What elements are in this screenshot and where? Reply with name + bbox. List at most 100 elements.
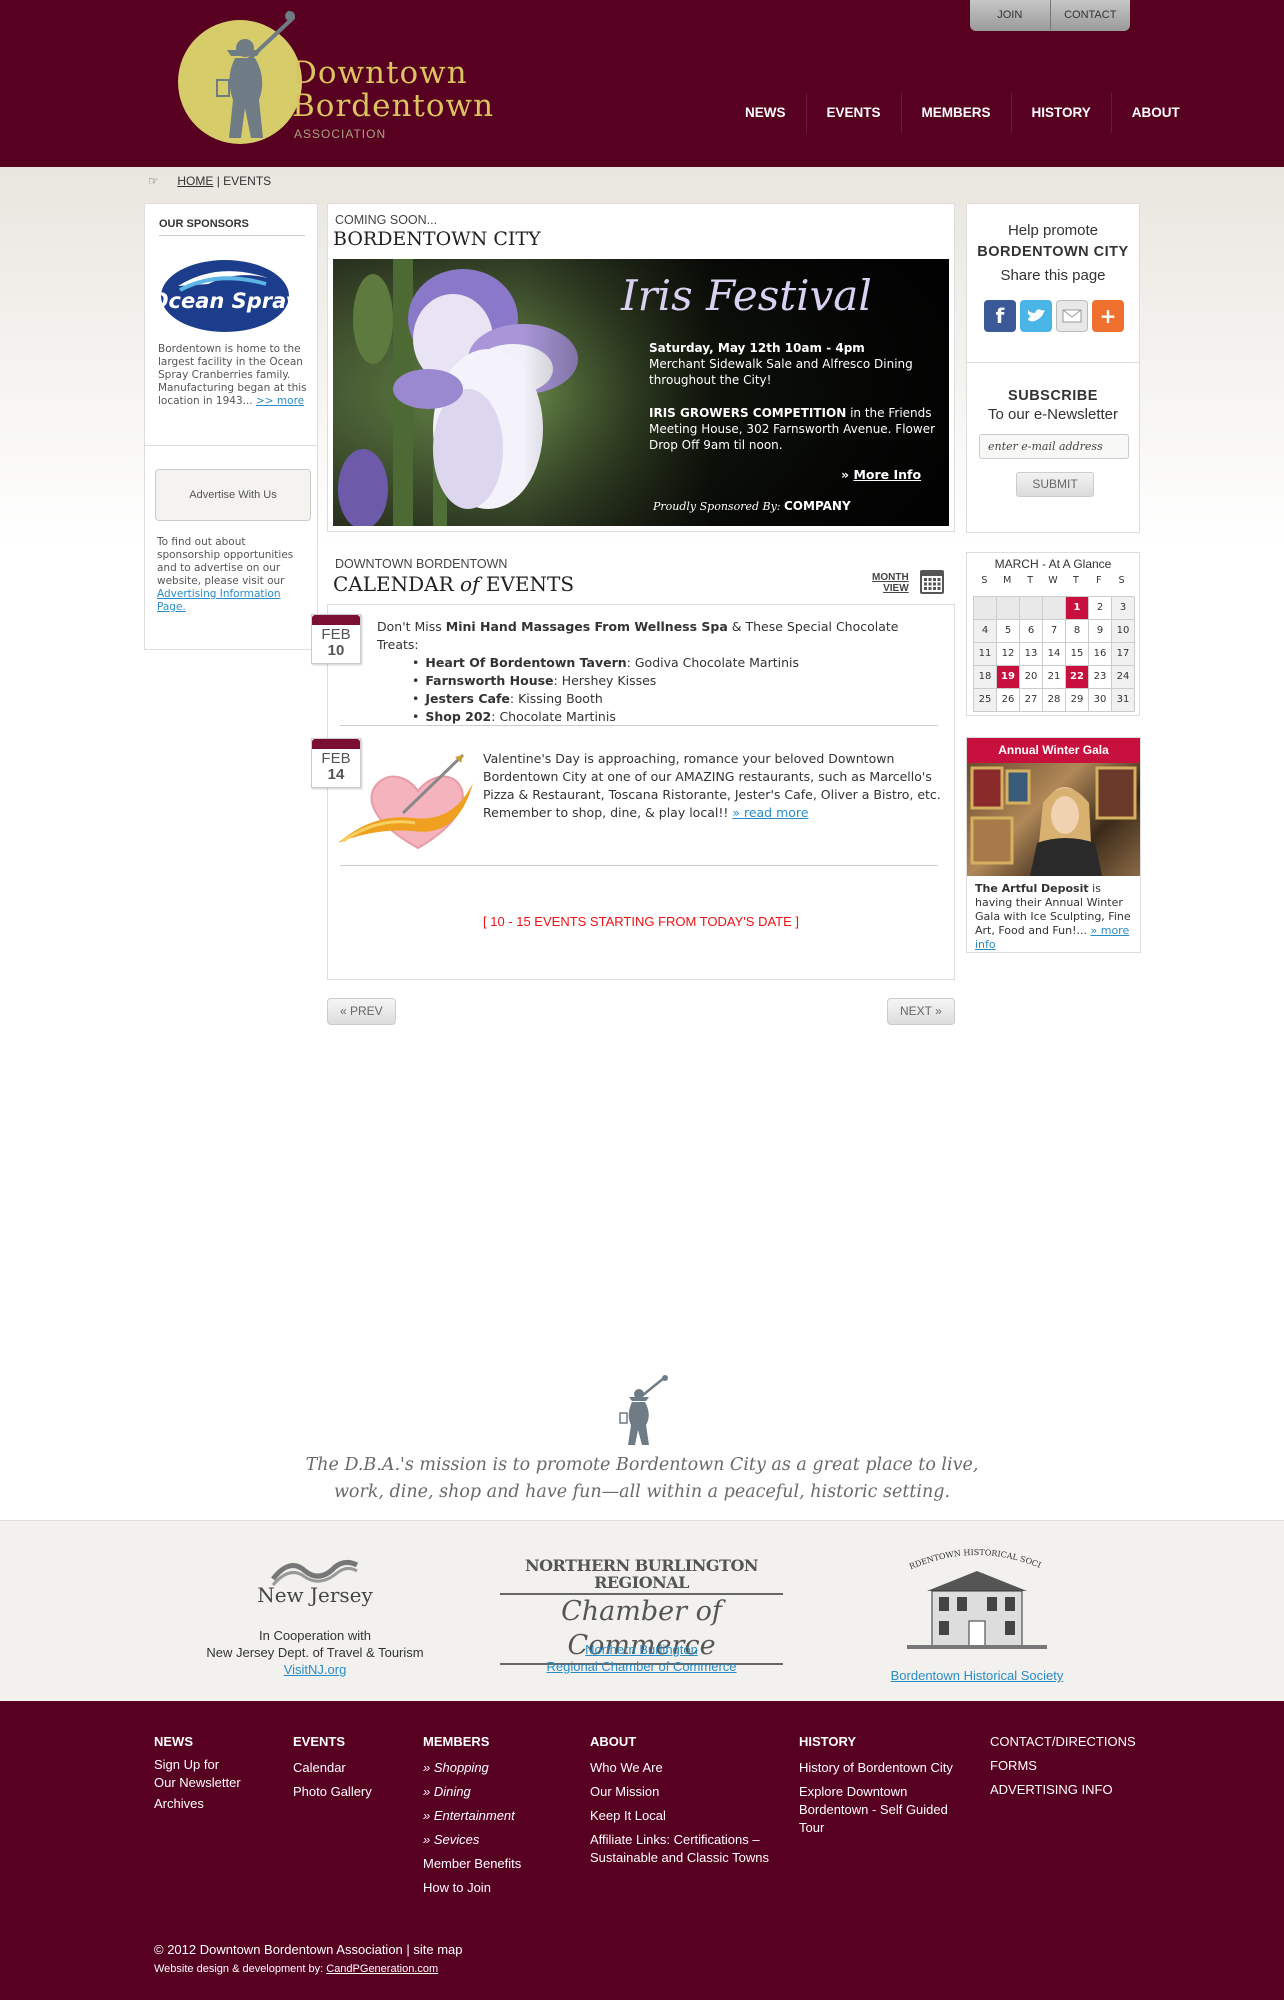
footer-link-history[interactable]: History of Bordentown City (799, 1756, 974, 1780)
footer-heading-about[interactable]: ABOUT (590, 1730, 780, 1754)
weekday-label: F (1095, 575, 1102, 586)
footer-heading-members[interactable]: MEMBERS (423, 1730, 521, 1754)
new-jersey-logo-text[interactable]: New Jersey (257, 1583, 373, 1607)
chamber-logo-line1[interactable]: NORTHERN BURLINGTON REGIONAL (500, 1557, 783, 1595)
contact-button[interactable]: CONTACT (1051, 0, 1131, 31)
weekday-label: T (1027, 575, 1034, 586)
facebook-icon[interactable]: f (984, 300, 1016, 332)
new-jersey-logo[interactable]: New Jersey (190, 1551, 440, 1621)
footer-link-keep-it-local[interactable]: Keep It Local (590, 1804, 780, 1828)
chamber-link-line1[interactable]: Northern Burlington (585, 1642, 698, 1657)
weekday-label: S (981, 575, 988, 586)
venue-name: Shop 202 (425, 709, 492, 724)
sponsors-heading: OUR SPONSORS (159, 218, 305, 236)
footer-link-contact[interactable]: CONTACT/DIRECTIONS (990, 1730, 1136, 1754)
footer-link-photo-gallery[interactable]: Photo Gallery (293, 1780, 372, 1804)
calendar-grid-icon[interactable] (920, 570, 944, 594)
share-divider (967, 362, 1139, 363)
footer-link-services-text[interactable]: Sevices (434, 1832, 480, 1847)
logo-text-bordentown[interactable]: Bordentown (292, 88, 494, 124)
nj-line1: In Cooperation with (258, 1628, 371, 1643)
historical-society-logo[interactable]: BORDENTOWN HISTORICAL SOCIETY (893, 1534, 1057, 1659)
footer-link-shopping-text[interactable]: Shopping (434, 1760, 489, 1775)
read-more-link[interactable]: » read more (732, 805, 808, 820)
footer-link-entertainment[interactable]: » Entertainment (423, 1804, 521, 1828)
nav-events[interactable]: EVENTS (805, 93, 901, 133)
list-item: Shop 202: Chocolate Martinis (412, 708, 937, 726)
breadcrumb-separator: | (216, 174, 220, 188)
calendar-day-cell[interactable]: 1 (1066, 597, 1089, 620)
footer-link-tour[interactable]: Explore Downtown Bordentown - Self Guide… (799, 1783, 974, 1837)
advertising-info-link[interactable]: Advertising Information Page. (157, 588, 281, 613)
footer-link-affiliate[interactable]: Affiliate Links: Certifications – Sustai… (590, 1831, 780, 1867)
submit-button[interactable]: SUBMIT (1016, 472, 1094, 497)
logo-text-downtown[interactable]: Downtown (292, 55, 468, 91)
gala-photo[interactable] (967, 763, 1140, 876)
month-view-text-2[interactable]: VIEW (872, 583, 909, 594)
footer-heading-news[interactable]: NEWS (154, 1730, 241, 1754)
footer-link-forms[interactable]: FORMS (990, 1754, 1136, 1778)
calendar-day-cell: 28 (1043, 689, 1066, 712)
add-icon[interactable]: + (1092, 300, 1124, 332)
banner-sponsor-name: COMPANY (784, 499, 851, 513)
next-button[interactable]: NEXT » (887, 998, 955, 1025)
footer-col-history: HISTORY History of Bordentown City Explo… (799, 1730, 974, 1837)
footer-link-calendar[interactable]: Calendar (293, 1756, 372, 1780)
venue-name: Jesters Cafe (425, 691, 510, 706)
design-credit-link[interactable]: CandPGeneration.com (326, 1963, 438, 1975)
footer-link-our-mission[interactable]: Our Mission (590, 1780, 780, 1804)
chamber-of-commerce-logo[interactable]: NORTHERN BURLINGTON REGIONAL Chamber of … (500, 1557, 783, 1665)
list-item: Farnsworth House: Hershey Kisses (412, 672, 937, 690)
banner-more-info-link[interactable]: » More Info (841, 467, 921, 482)
banner-competition-bold: IRIS GROWERS COMPETITION (649, 406, 847, 420)
mini-calendar: MARCH - At A Glance SMTWTFS 1 2 3 4 5 6 7 8 9 10 1… (966, 552, 1140, 716)
month-view-link[interactable]: MONTH VIEW (872, 572, 909, 594)
calendar-title-of: of (460, 572, 480, 596)
footer-link-dining[interactable]: » Dining (423, 1780, 521, 1804)
footer-link-archives[interactable]: Archives (154, 1792, 241, 1816)
calendar-day-cell[interactable]: 19 (997, 666, 1020, 689)
breadcrumb-home-link[interactable]: HOME (177, 174, 213, 188)
footer-link-services[interactable]: » Sevices (423, 1828, 521, 1852)
ocean-spray-logo[interactable]: Ocean Spray (158, 256, 292, 336)
footer-heading-events[interactable]: EVENTS (293, 1730, 372, 1754)
calendar-day-cell: 26 (997, 689, 1020, 712)
calendar-day-cell[interactable]: 22 (1066, 666, 1089, 689)
weekday-label: M (1003, 575, 1012, 586)
footer-link-shopping[interactable]: » Shopping (423, 1756, 521, 1780)
iris-festival-banner[interactable]: Iris Festival Saturday, May 12th 10am - … (333, 259, 949, 526)
footer-link-who-we-are[interactable]: Who We Are (590, 1756, 780, 1780)
nav-members[interactable]: MEMBERS (900, 93, 1011, 133)
calendar-blank-cell (997, 597, 1020, 620)
calendar-day-cell: 11 (974, 643, 997, 666)
visitnj-link[interactable]: VisitNJ.org (284, 1662, 347, 1677)
footer-link-how-to-join[interactable]: How to Join (423, 1876, 521, 1900)
footer-link-signup-line1[interactable]: Sign Up for (154, 1757, 219, 1772)
footer-col-events: EVENTS Calendar Photo Gallery (293, 1730, 372, 1804)
footer-link-advertising[interactable]: ADVERTISING INFO (990, 1778, 1136, 1802)
historical-society-link[interactable]: Bordentown Historical Society (891, 1668, 1064, 1683)
footer-link-member-benefits[interactable]: Member Benefits (423, 1852, 521, 1876)
month-view-text-1[interactable]: MONTH (872, 572, 909, 583)
nav-about[interactable]: ABOUT (1110, 93, 1200, 133)
email-field[interactable] (979, 434, 1129, 459)
footer-link-entertainment-text[interactable]: Entertainment (434, 1808, 515, 1823)
calendar-day-cell: 21 (1043, 666, 1066, 689)
chamber-link-line2[interactable]: Regional Chamber of Commerce (546, 1659, 736, 1674)
join-button[interactable]: JOIN (970, 0, 1051, 31)
historical-society-partner: BORDENTOWN HISTORICAL SOCIETY Bordentown… (862, 1534, 1092, 1684)
footer-heading-history[interactable]: HISTORY (799, 1730, 974, 1754)
advertise-button[interactable]: Advertise With Us (155, 469, 311, 521)
sponsor-more-link[interactable]: >> more (256, 395, 304, 407)
banner-more-info-text[interactable]: More Info (853, 467, 921, 482)
gala-title[interactable]: Annual Winter Gala (967, 738, 1140, 763)
calendar-day-cell: 17 (1112, 643, 1135, 666)
nav-news[interactable]: NEWS (725, 93, 806, 133)
prev-button[interactable]: « PREV (327, 998, 396, 1025)
footer-link-signup[interactable]: Sign Up for Our Newsletter (154, 1756, 241, 1792)
twitter-icon[interactable] (1020, 300, 1052, 332)
footer-link-dining-text[interactable]: Dining (434, 1784, 471, 1799)
email-icon[interactable] (1056, 300, 1088, 332)
footer-link-signup-line2[interactable]: Our Newsletter (154, 1775, 241, 1790)
nav-history[interactable]: HISTORY (1010, 93, 1111, 133)
